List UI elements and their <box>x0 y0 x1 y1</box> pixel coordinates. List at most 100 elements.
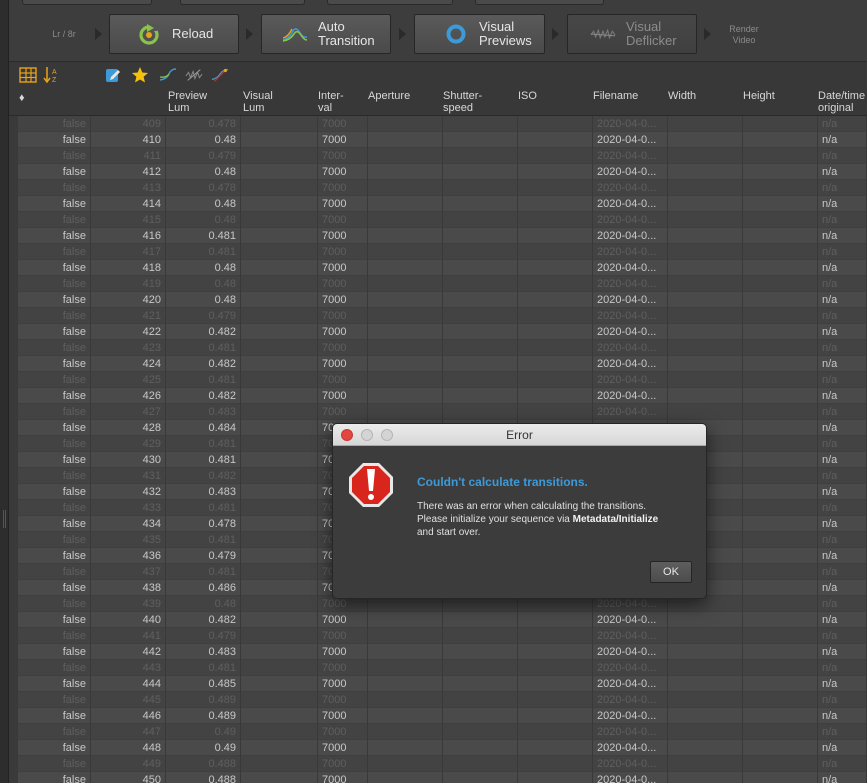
cell-interval: 7000 <box>318 260 368 276</box>
cell-shutter-speed <box>443 740 518 756</box>
ok-button[interactable]: OK <box>650 561 692 583</box>
cell-index: 411 <box>91 148 166 164</box>
table-row[interactable]: false 412 0.48 7000 2020-04-0... n/a <box>18 164 867 180</box>
table-row[interactable]: false 415 0.48 7000 2020-04-0... n/a <box>18 212 867 228</box>
crossed-curve-icon[interactable] <box>185 66 203 84</box>
cell-filename: 2020-04-0... <box>593 772 668 783</box>
cell-height <box>743 708 818 724</box>
cell-visual-lum <box>241 228 318 244</box>
cell-aperture <box>368 276 443 292</box>
wand-curve-icon[interactable] <box>211 66 229 84</box>
cell-height <box>743 772 818 783</box>
table-row[interactable]: false 422 0.482 7000 2020-04-0... n/a <box>18 324 867 340</box>
reload-button[interactable]: Reload <box>109 14 239 54</box>
table-row[interactable]: false 414 0.48 7000 2020-04-0... n/a <box>18 196 867 212</box>
column-visual-lum[interactable]: Visual Lum <box>243 90 273 114</box>
cell-visual-lum <box>241 724 318 740</box>
panel-resize-handle[interactable] <box>3 510 6 528</box>
table-row[interactable]: false 421 0.479 7000 2020-04-0... n/a <box>18 308 867 324</box>
table-row[interactable]: false 411 0.479 7000 2020-04-0... n/a <box>18 148 867 164</box>
column-interval[interactable]: Inter- val <box>318 90 344 114</box>
cell-shutter-speed <box>443 148 518 164</box>
cell-filename: 2020-04-0... <box>593 292 668 308</box>
cell-datetime-original: n/a <box>818 148 867 164</box>
table-row[interactable]: false 445 0.489 7000 2020-04-0... n/a <box>18 692 867 708</box>
cell-index: 414 <box>91 196 166 212</box>
cell-datetime-original: n/a <box>818 180 867 196</box>
cell-flag: false <box>18 372 91 388</box>
cell-flag: false <box>18 644 91 660</box>
dialog-message-line3: and start over. <box>417 527 481 538</box>
cell-index: 440 <box>91 612 166 628</box>
cell-aperture <box>368 356 443 372</box>
star-icon[interactable] <box>131 66 149 84</box>
auto-transition-label: Auto Transition <box>318 20 375 48</box>
cell-index: 427 <box>91 404 166 420</box>
dialog-titlebar[interactable]: Error <box>333 424 706 446</box>
table-row[interactable]: false 409 0.478 7000 2020-04-0... n/a <box>18 116 867 132</box>
cell-height <box>743 420 818 436</box>
table-row[interactable]: false 427 0.483 7000 2020-04-0... n/a <box>18 404 867 420</box>
table-row[interactable]: false 416 0.481 7000 2020-04-0... n/a <box>18 228 867 244</box>
table-row[interactable]: false 440 0.482 7000 2020-04-0... n/a <box>18 612 867 628</box>
cell-index: 419 <box>91 276 166 292</box>
cell-shutter-speed <box>443 244 518 260</box>
cell-flag: false <box>18 196 91 212</box>
auto-transition-button[interactable]: Auto Transition <box>261 14 391 54</box>
column-datetime-original[interactable]: Date/time original <box>818 90 865 114</box>
cell-datetime-original: n/a <box>818 548 867 564</box>
cell-filename: 2020-04-0... <box>593 340 668 356</box>
column-width[interactable]: Width <box>668 90 696 102</box>
table-row[interactable]: false 418 0.48 7000 2020-04-0... n/a <box>18 260 867 276</box>
table-row[interactable]: false 420 0.48 7000 2020-04-0... n/a <box>18 292 867 308</box>
cell-flag: false <box>18 772 91 783</box>
visual-deflicker-button[interactable]: Visual Deflicker <box>567 14 697 54</box>
cell-visual-lum <box>241 292 318 308</box>
cell-visual-lum <box>241 244 318 260</box>
table-row[interactable]: false 426 0.482 7000 2020-04-0... n/a <box>18 388 867 404</box>
column-shutter-speed[interactable]: Shutter- speed <box>443 90 482 114</box>
cell-shutter-speed <box>443 628 518 644</box>
sort-indicator-icon[interactable]: ♦ <box>19 92 25 104</box>
table-row[interactable]: false 447 0.49 7000 2020-04-0... n/a <box>18 724 867 740</box>
table-row[interactable]: false 423 0.481 7000 2020-04-0... n/a <box>18 340 867 356</box>
table-icon-toolbar: A Z <box>9 62 867 88</box>
table-row[interactable]: false 419 0.48 7000 2020-04-0... n/a <box>18 276 867 292</box>
grid-settings-icon[interactable] <box>19 66 37 84</box>
table-row[interactable]: false 450 0.488 7000 2020-04-0... n/a <box>18 772 867 783</box>
table-row[interactable]: false 446 0.489 7000 2020-04-0... n/a <box>18 708 867 724</box>
table-row[interactable]: false 441 0.479 7000 2020-04-0... n/a <box>18 628 867 644</box>
table-row[interactable]: false 449 0.488 7000 2020-04-0... n/a <box>18 756 867 772</box>
table-row[interactable]: false 425 0.481 7000 2020-04-0... n/a <box>18 372 867 388</box>
table-row[interactable]: false 442 0.483 7000 2020-04-0... n/a <box>18 644 867 660</box>
step-lr-8r[interactable]: Lr / 8r <box>42 29 86 40</box>
error-icon <box>347 461 395 514</box>
table-row[interactable]: false 417 0.481 7000 2020-04-0... n/a <box>18 244 867 260</box>
sort-az-icon[interactable]: A Z <box>43 66 61 84</box>
table-row[interactable]: false 424 0.482 7000 2020-04-0... n/a <box>18 356 867 372</box>
edit-icon[interactable] <box>104 66 122 84</box>
table-row[interactable]: false 410 0.48 7000 2020-04-0... n/a <box>18 132 867 148</box>
cell-preview-lum: 0.488 <box>166 756 241 772</box>
render-video-step[interactable]: Render Video <box>721 24 767 46</box>
table-row[interactable]: false 413 0.478 7000 2020-04-0... n/a <box>18 180 867 196</box>
cell-shutter-speed <box>443 404 518 420</box>
column-preview-lum[interactable]: Preview Lum <box>168 90 207 114</box>
visual-previews-button[interactable]: Visual Previews <box>414 14 545 54</box>
column-iso[interactable]: ISO <box>518 90 537 102</box>
table-row[interactable]: false 444 0.485 7000 2020-04-0... n/a <box>18 676 867 692</box>
cell-aperture <box>368 260 443 276</box>
cell-datetime-original: n/a <box>818 388 867 404</box>
cell-interval: 7000 <box>318 628 368 644</box>
table-row[interactable]: false 443 0.481 7000 2020-04-0... n/a <box>18 660 867 676</box>
column-filename[interactable]: Filename <box>593 90 638 102</box>
cell-width <box>668 724 743 740</box>
curve-icon[interactable] <box>159 66 177 84</box>
cell-index: 444 <box>91 676 166 692</box>
table-row[interactable]: false 448 0.49 7000 2020-04-0... n/a <box>18 740 867 756</box>
cell-filename: 2020-04-0... <box>593 628 668 644</box>
column-aperture[interactable]: Aperture <box>368 90 410 102</box>
cell-index: 415 <box>91 212 166 228</box>
cell-aperture <box>368 612 443 628</box>
column-height[interactable]: Height <box>743 90 775 102</box>
